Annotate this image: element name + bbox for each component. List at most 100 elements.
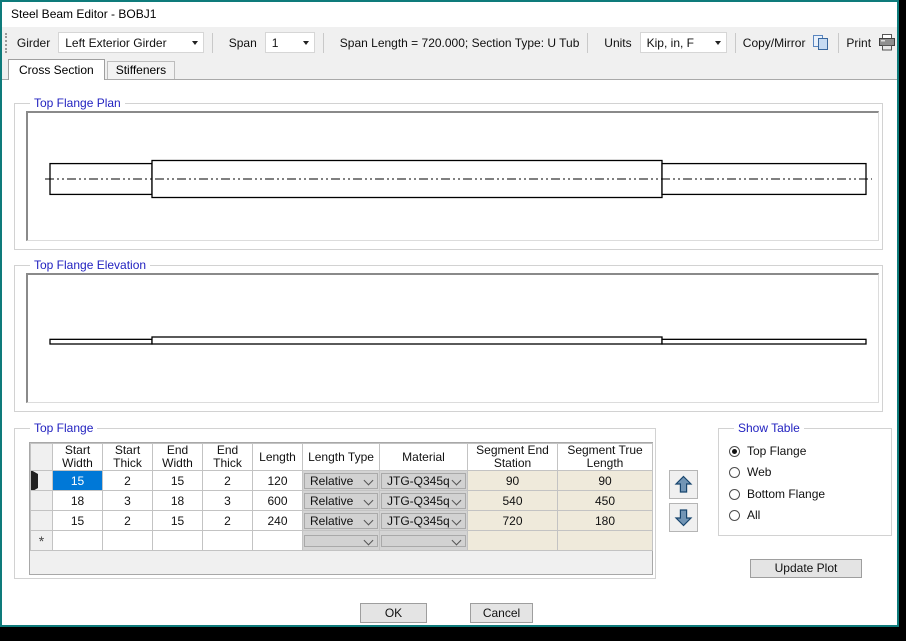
- cell-dropdown-value: JTG-Q345q: [387, 514, 450, 528]
- col-header-start-width[interactable]: Start Width: [53, 444, 103, 471]
- row-header[interactable]: [31, 491, 53, 511]
- chevron-down-icon: [364, 536, 374, 546]
- cell-start-width[interactable]: 15: [53, 471, 103, 491]
- cell-dropdown[interactable]: JTG-Q345q: [381, 473, 466, 489]
- cell-empty[interactable]: [380, 531, 468, 551]
- units-dropdown[interactable]: Kip, in, F: [640, 32, 727, 53]
- col-header-material[interactable]: Material: [380, 444, 468, 471]
- copy-mirror-label: Copy/Mirror: [743, 36, 806, 50]
- radio-web[interactable]: Web: [729, 465, 771, 479]
- cell-empty[interactable]: [103, 531, 153, 551]
- cell-start-thick[interactable]: 3: [103, 491, 153, 511]
- chevron-down-icon: [303, 41, 309, 45]
- top-flange-table-title: Top Flange: [30, 421, 97, 436]
- move-row-up-button[interactable]: [669, 470, 698, 499]
- cell-empty[interactable]: [153, 531, 203, 551]
- col-header-start-thick[interactable]: Start Thick: [103, 444, 153, 471]
- flange-segment: [50, 339, 152, 344]
- cell-material[interactable]: JTG-Q345q: [380, 471, 468, 491]
- cell-empty: [468, 531, 558, 551]
- copy-mirror-button[interactable]: Copy/Mirror: [743, 34, 831, 51]
- cell-length-type[interactable]: Relative: [303, 511, 380, 531]
- cell-length[interactable]: 120: [253, 471, 303, 491]
- ok-button[interactable]: OK: [360, 603, 427, 623]
- move-row-down-button[interactable]: [669, 503, 698, 532]
- table-row: 183183600RelativeJTG-Q345q540450: [31, 491, 653, 511]
- girder-dropdown-value: Left Exterior Girder: [65, 36, 166, 50]
- radio-button-icon: [729, 467, 740, 478]
- cell-dropdown[interactable]: JTG-Q345q: [381, 493, 466, 509]
- cell-length-type[interactable]: Relative: [303, 491, 380, 511]
- top-flange-plan-title: Top Flange Plan: [30, 96, 125, 111]
- steel-beam-editor-window: Steel Beam Editor - BOBJ1 Girder Left Ex…: [0, 0, 899, 627]
- top-flange-table[interactable]: Start Width Start Thick End Width End Th…: [29, 442, 653, 575]
- cell-end-thick[interactable]: 2: [203, 471, 253, 491]
- cell-dropdown[interactable]: JTG-Q345q: [381, 513, 466, 529]
- table-row: 152152240RelativeJTG-Q345q720180: [31, 511, 653, 531]
- radio-top-flange[interactable]: Top Flange: [729, 444, 806, 458]
- cell-dropdown[interactable]: Relative: [304, 513, 378, 529]
- toolbar: Girder Left Exterior Girder Span 1 Span …: [2, 27, 897, 58]
- new-row-header[interactable]: *: [31, 531, 53, 551]
- cell-length[interactable]: 600: [253, 491, 303, 511]
- chevron-down-icon: [452, 516, 462, 526]
- cell-start-thick[interactable]: 2: [103, 471, 153, 491]
- cell-dropdown-value: Relative: [310, 474, 353, 488]
- radio-all[interactable]: All: [729, 508, 760, 522]
- col-header-length[interactable]: Length: [253, 444, 303, 471]
- radio-button-icon: [729, 510, 740, 521]
- cell-material[interactable]: JTG-Q345q: [380, 491, 468, 511]
- cell-empty[interactable]: [203, 531, 253, 551]
- row-header[interactable]: [31, 511, 53, 531]
- tab-stiffeners[interactable]: Stiffeners: [107, 61, 175, 79]
- cell-end-station: 90: [468, 471, 558, 491]
- cell-start-thick[interactable]: 2: [103, 511, 153, 531]
- toolbar-separator: [323, 33, 324, 53]
- top-flange-elevation-group: Top Flange Elevation: [14, 265, 883, 412]
- toolbar-separator: [587, 33, 588, 53]
- arrow-down-icon: [674, 508, 693, 527]
- col-header-end-station[interactable]: Segment End Station: [468, 444, 558, 471]
- update-plot-button[interactable]: Update Plot: [750, 559, 862, 578]
- col-header-end-width[interactable]: End Width: [153, 444, 203, 471]
- window-title: Steel Beam Editor - BOBJ1: [11, 7, 156, 21]
- cell-dropdown[interactable]: [381, 535, 466, 547]
- table-row: 152152120RelativeJTG-Q345q9090: [31, 471, 653, 491]
- toolbar-grip-icon[interactable]: [5, 33, 8, 53]
- col-header-true-length[interactable]: Segment True Length: [558, 444, 653, 471]
- print-button[interactable]: Print: [846, 34, 897, 51]
- cell-length-type[interactable]: Relative: [303, 471, 380, 491]
- cell-start-width[interactable]: 18: [53, 491, 103, 511]
- tab-cross-section[interactable]: Cross Section: [8, 59, 105, 80]
- new-row-icon: *: [31, 536, 52, 546]
- cell-end-thick[interactable]: 2: [203, 511, 253, 531]
- cell-length[interactable]: 240: [253, 511, 303, 531]
- radio-label: Bottom Flange: [747, 487, 825, 501]
- cell-empty[interactable]: [303, 531, 380, 551]
- span-dropdown[interactable]: 1: [265, 32, 315, 53]
- cancel-button[interactable]: Cancel: [470, 603, 533, 623]
- cell-true-length: 90: [558, 471, 653, 491]
- cell-end-width[interactable]: 18: [153, 491, 203, 511]
- cell-start-width[interactable]: 15: [53, 511, 103, 531]
- row-header[interactable]: [31, 471, 53, 491]
- cell-material[interactable]: JTG-Q345q: [380, 511, 468, 531]
- cell-dropdown[interactable]: Relative: [304, 493, 378, 509]
- cell-dropdown[interactable]: [304, 535, 378, 547]
- cell-empty[interactable]: [53, 531, 103, 551]
- girder-dropdown[interactable]: Left Exterior Girder: [58, 32, 204, 53]
- print-label: Print: [846, 36, 871, 50]
- cell-dropdown-value: Relative: [310, 514, 353, 528]
- cell-dropdown[interactable]: Relative: [304, 473, 378, 489]
- cell-end-width[interactable]: 15: [153, 471, 203, 491]
- radio-bottom-flange[interactable]: Bottom Flange: [729, 487, 825, 501]
- col-header-end-thick[interactable]: End Thick: [203, 444, 253, 471]
- chevron-down-icon: [364, 496, 374, 506]
- span-dropdown-value: 1: [272, 36, 279, 50]
- col-header-length-type[interactable]: Length Type: [303, 444, 380, 471]
- cell-dropdown-value: JTG-Q345q: [387, 494, 450, 508]
- cell-end-thick[interactable]: 3: [203, 491, 253, 511]
- cross-section-page: Top Flange Plan Top Flange Elevation Top…: [2, 80, 897, 625]
- cell-end-width[interactable]: 15: [153, 511, 203, 531]
- cell-empty[interactable]: [253, 531, 303, 551]
